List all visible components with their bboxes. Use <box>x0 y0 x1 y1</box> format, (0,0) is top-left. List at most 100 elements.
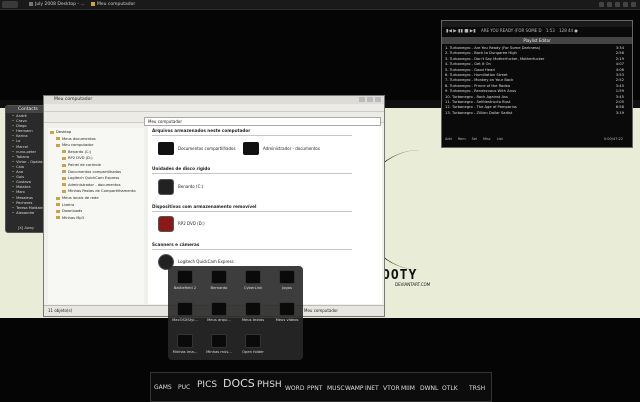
wallpaper-brand-sub: DEVIANTART.COM <box>395 282 431 287</box>
tree-item[interactable]: Administrador - documentos <box>62 183 121 187</box>
launcher-tile[interactable]: Jogos <box>272 270 302 290</box>
drive-c-label[interactable]: Benardo (C:) <box>178 184 203 189</box>
folder-icon[interactable] <box>243 142 259 155</box>
dock-item[interactable]: MIIM <box>401 385 415 392</box>
tray-icon[interactable] <box>631 2 636 7</box>
player-controls: ▮◀ ▶ ▮▮ ■ ▶▮ ARE YOU READY (FOR SOME D 1… <box>446 28 578 34</box>
folder-icon <box>279 270 295 284</box>
folder-tree: Desktop Meus documentos Meu computador Bena… <box>48 128 144 304</box>
task-icon <box>91 1 95 6</box>
launcher-tile[interactable]: Open folder <box>238 334 268 354</box>
folder-icon <box>177 270 193 284</box>
dock-item[interactable]: PHSH <box>257 380 282 390</box>
section-removable: Dispositivos com armazenamento removível <box>152 204 257 209</box>
playlist-button[interactable]: Rem <box>458 137 466 141</box>
minimize-button[interactable] <box>359 97 365 102</box>
dock-item[interactable]: PPNT <box>307 385 322 392</box>
tile-label: Minhas mús... <box>206 350 232 354</box>
playlist-button[interactable]: Misc <box>483 137 491 141</box>
menu-bar[interactable] <box>44 104 384 112</box>
divider <box>152 135 352 136</box>
tree-item[interactable]: Desktop <box>50 130 71 134</box>
tray-icon[interactable] <box>623 2 628 7</box>
tree-item[interactable]: Minhas Pastas de Compartilhamento <box>62 189 136 193</box>
admin-docs-label[interactable]: Administrador - documentos <box>263 146 320 151</box>
address-bar[interactable]: Meu computador <box>144 117 381 126</box>
tray-icon[interactable] <box>615 2 620 7</box>
tree-item[interactable]: Benardo (C:) <box>62 150 91 154</box>
playlist-button[interactable]: Add <box>445 137 452 141</box>
start-button[interactable] <box>2 1 18 8</box>
tree-item[interactable]: Painel de controle <box>62 163 101 167</box>
dock-item[interactable]: PICS <box>197 380 217 390</box>
launcher-tile[interactable]: Meus vídeos <box>272 302 302 322</box>
launcher-tile[interactable]: Battlefield 2 <box>170 270 200 290</box>
hard-drive-icon[interactable] <box>158 179 174 195</box>
maximize-button[interactable] <box>367 97 373 102</box>
pause-button[interactable]: ▮▮ <box>458 29 463 34</box>
dock-item[interactable]: GAMS <box>154 384 172 391</box>
webcam-label[interactable]: Logitech QuickCam Express <box>178 259 234 264</box>
dock-item[interactable]: TRSH <box>469 385 485 392</box>
track-title: 13. Turbonegro - Zillion Dollar Sadist <box>445 110 513 115</box>
task-label: Meu computador <box>97 2 136 7</box>
tray-icon[interactable] <box>607 2 612 7</box>
contacts-status[interactable]: [X] Away <box>18 226 34 230</box>
dock-item[interactable]: VTOR <box>383 385 400 392</box>
tree-item[interactable]: Downloads <box>56 209 82 213</box>
launcher-tile[interactable]: Meus arqui... <box>204 302 234 322</box>
divider <box>152 249 352 250</box>
explorer-titlebar[interactable]: Meu computador <box>44 96 384 104</box>
folder-icon <box>177 302 193 316</box>
playlist-row[interactable]: 13. Turbonegro - Zillion Dollar Sadist 3:… <box>445 111 628 116</box>
dock-item[interactable]: DOCS <box>223 377 255 390</box>
player-titlebar[interactable] <box>442 21 632 27</box>
tray-icon[interactable] <box>599 2 604 7</box>
tree-item[interactable]: Meus documentos <box>56 137 96 141</box>
dvd-drive-icon[interactable] <box>158 216 174 232</box>
close-button[interactable] <box>375 97 381 102</box>
taskbar-task-2[interactable]: Meu computador <box>88 1 138 8</box>
launcher-tile[interactable]: Meus textos <box>238 302 268 322</box>
window-title: Meu computador <box>54 97 93 102</box>
media-player: ▮◀ ▶ ▮▮ ■ ▶▮ ARE YOU READY (FOR SOME D 1… <box>441 20 633 148</box>
dock-item[interactable]: WORD <box>285 385 304 392</box>
window-controls <box>359 97 381 102</box>
launcher-tile[interactable]: CyberLink <box>238 270 268 290</box>
tile-label: Meus textos <box>241 318 265 322</box>
tree-item[interactable]: Meu computador <box>56 143 93 147</box>
text-dock: GAMS PUC PICS DOCS PHSH WORD PPNT MUSC WAMP INET V… <box>150 372 492 402</box>
stop-button[interactable]: ■ <box>464 29 468 34</box>
dock-item[interactable]: MUSC <box>327 385 345 392</box>
tree-item[interactable]: Meus locais de rede <box>56 196 99 200</box>
folder-icon[interactable] <box>158 142 174 155</box>
dock-item[interactable]: DWNL <box>420 385 438 392</box>
play-button[interactable]: ▶ <box>453 29 456 34</box>
drive-d-label[interactable]: RP2 DVD (D:) <box>178 221 205 226</box>
tree-item[interactable]: RP2 DVD (D:) <box>62 156 93 160</box>
folder-icon <box>211 270 227 284</box>
prev-button[interactable]: ▮◀ <box>446 29 452 34</box>
launcher-tile[interactable]: Minhas mús... <box>204 334 234 354</box>
dock-item[interactable]: PUC <box>178 384 190 391</box>
tree-item[interactable]: Minhas Mp3 <box>56 216 84 220</box>
taskbar-task-1[interactable]: July 2008 Desktop - ... <box>26 1 88 8</box>
launcher-tile[interactable]: Bernardo <box>204 270 234 290</box>
launcher-tile[interactable]: MacOSXStyl... <box>170 302 200 322</box>
contacts-header[interactable]: Contacts <box>6 106 48 113</box>
dock-item[interactable]: OTLK <box>442 385 458 392</box>
next-button[interactable]: ▶▮ <box>470 29 476 34</box>
launcher-tile[interactable]: Minhas ima... <box>170 334 200 354</box>
contacts-title: Contacts <box>18 107 38 112</box>
dock-item[interactable]: INET <box>365 385 379 392</box>
system-tray <box>599 1 636 8</box>
dock-item[interactable]: WAMP <box>345 385 364 392</box>
tile-label: CyberLink <box>243 286 263 290</box>
tree-item[interactable]: Logitech QuickCam Express <box>62 176 119 180</box>
tree-item[interactable]: Lixeira <box>56 203 74 207</box>
shared-docs-label[interactable]: Documentos compartilhados <box>178 146 236 151</box>
tree-item[interactable]: Documentos compartilhados <box>62 170 121 174</box>
playlist-button[interactable]: Sel <box>472 137 477 141</box>
playlist-button[interactable]: List <box>497 137 503 141</box>
playlist-title: Playlist Editor <box>442 37 632 44</box>
